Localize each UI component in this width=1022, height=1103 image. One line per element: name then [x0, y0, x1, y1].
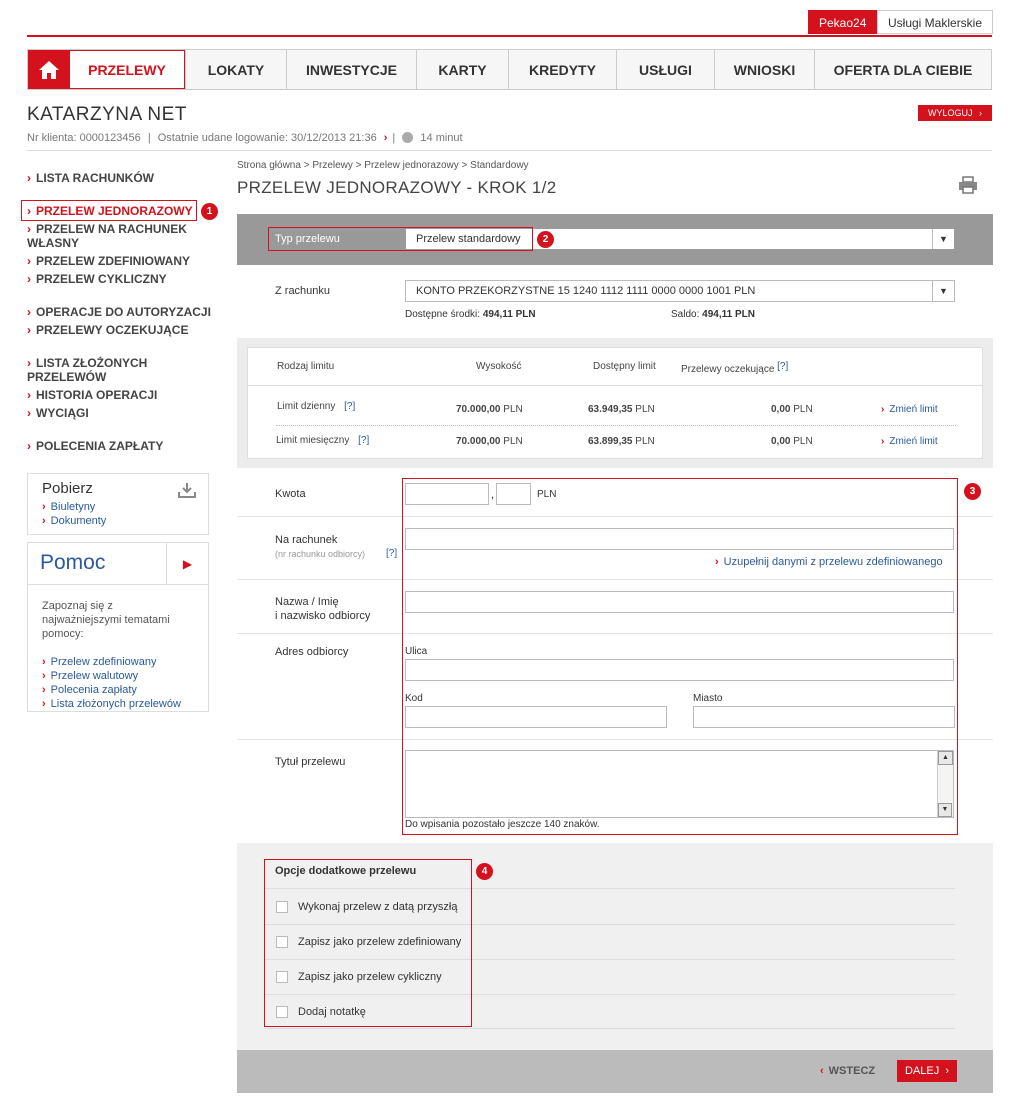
session-time: 14 minut — [420, 132, 463, 144]
help-link-walutowy[interactable]: › Przelew walutowy — [42, 669, 194, 683]
table-row: Limit miesięczny [?] — [276, 435, 370, 446]
limit-daily-pending: 0,00 PLN — [771, 404, 813, 415]
limits-table: Rodzaj limitu Wysokość Dostępny limit Pr… — [247, 347, 983, 459]
amount-label: Kwota — [275, 488, 306, 500]
sidebar-item-wyciagi[interactable]: › WYCIĄGI — [27, 406, 89, 420]
sidebar-item-lista-zlozonych[interactable]: › LISTA ZŁOŻONYCH PRZELEWÓW — [27, 356, 177, 384]
help-link-zdefiniowany[interactable]: › Przelew zdefiniowany — [42, 655, 194, 669]
help-icon[interactable]: [?] — [344, 401, 355, 412]
limits-header-type: Rodzaj limitu — [277, 361, 335, 372]
sidebar-item-polecenia-zaplaty[interactable]: › POLECENIA ZAPŁATY — [27, 439, 163, 453]
limits-header-amount: Wysokość — [476, 361, 522, 372]
nav-przelewy[interactable]: PRZELEWY — [69, 50, 185, 89]
transfer-form: Kwota , PLN Na rachunek (nr rachunku odb… — [237, 468, 993, 843]
source-account-select[interactable]: KONTO PRZEKORZYSTNE 15 1240 1112 1111 00… — [405, 280, 955, 302]
help-icon[interactable]: [?] — [386, 548, 397, 559]
account-balance: Saldo: 494,11 PLN — [671, 309, 755, 320]
nav-uslugi[interactable]: USŁUGI — [616, 50, 714, 89]
marker-1: 1 — [201, 203, 218, 220]
home-icon — [38, 60, 59, 79]
logout-button[interactable]: WYLOGUJ › — [917, 105, 992, 121]
marker-3: 3 — [964, 483, 981, 500]
pobierz-title: Pobierz — [42, 480, 93, 497]
nav-oferta[interactable]: OFERTA DLA CIEBIE — [814, 50, 991, 89]
main-nav: PRZELEWY LOKATY INWESTYCJE KARTY KREDYTY… — [27, 49, 992, 90]
highlight-sidebar-active — [21, 200, 197, 221]
breadcrumb: Strona główna > Przelewy > Przelew jedno… — [237, 160, 529, 171]
limit-monthly-amount: 70.000,00 PLN — [456, 436, 523, 447]
sidebar-item-historia-operacji[interactable]: › HISTORIA OPERACJI — [27, 388, 157, 402]
change-limit-daily-link[interactable]: › Zmień limit — [881, 404, 938, 415]
change-limit-monthly-link[interactable]: › Zmień limit — [881, 436, 938, 447]
print-icon[interactable] — [958, 176, 978, 194]
sidebar-item-przelewy-oczekujace[interactable]: › PRZELEWY OCZEKUJĄCE — [27, 323, 188, 337]
source-account-section: Z rachunku KONTO PRZEKORZYSTNE 15 1240 1… — [237, 265, 993, 338]
nav-wnioski[interactable]: WNIOSKI — [714, 50, 814, 89]
nav-karty[interactable]: KARTY — [416, 50, 508, 89]
client-number: Nr klienta: 0000123456 — [27, 132, 141, 144]
header-divider — [27, 150, 992, 151]
user-name: KATARZYNA NET — [27, 104, 187, 125]
sidebar-item-operacje-autoryzacji[interactable]: › OPERACJE DO AUTORYZACJI — [27, 305, 211, 319]
pomoc-arrow-icon[interactable]: ▶ — [166, 543, 208, 584]
limits-header-available: Dostępny limit — [593, 361, 656, 372]
sidebar-item-przelew-zdefiniowany[interactable]: › PRZELEW ZDEFINIOWANY — [27, 254, 190, 268]
title-label: Tytuł przelewu — [275, 756, 346, 768]
additional-options: Opcje dodatkowe przelewu Wykonaj przelew… — [237, 843, 993, 1051]
available-funds: Dostępne środki: 494,11 PLN — [405, 309, 536, 320]
sidebar-item-lista-rachunkow[interactable]: › LISTA RACHUNKÓW — [27, 171, 154, 185]
nav-inwestycje[interactable]: INWESTYCJE — [286, 50, 416, 89]
last-login: Ostatnie udane logowanie: 30/12/2013 21:… — [157, 132, 377, 144]
table-row: Limit dzienny [?] — [277, 401, 356, 412]
source-account-value: KONTO PRZEKORZYSTNE 15 1240 1112 1111 00… — [416, 285, 756, 297]
clock-icon — [402, 132, 414, 143]
download-icon[interactable] — [178, 482, 196, 498]
home-button[interactable] — [28, 50, 69, 89]
sidebar-item-przelew-cykliczny[interactable]: › PRZELEW CYKLICZNY — [27, 272, 167, 286]
source-account-label: Z rachunku — [275, 285, 331, 297]
tab-pekao24[interactable]: Pekao24 — [808, 10, 878, 34]
limits-section: Rodzaj limitu Wysokość Dostępny limit Pr… — [237, 338, 993, 468]
logout-label: WYLOGUJ — [927, 108, 973, 118]
marker-4: 4 — [476, 863, 493, 880]
page-title: PRZELEW JEDNORAZOWY - KROK 1/2 — [237, 178, 557, 197]
address-label: Adres odbiorcy — [275, 646, 349, 658]
pomoc-text: Zapoznaj się z najważniejszymi tematami … — [42, 600, 170, 640]
nav-lokaty[interactable]: LOKATY — [185, 50, 286, 89]
top-divider — [27, 35, 992, 37]
pomoc-box: Pomoc ▶ Zapoznaj się z najważniejszymi t… — [27, 542, 209, 712]
pomoc-title: Pomoc — [40, 551, 106, 574]
limit-daily-amount: 70.000,00 PLN — [456, 404, 523, 415]
help-link-lista[interactable]: › Lista złożonych przelewów — [42, 697, 194, 711]
recipient-name-label-2: i nazwisko odbiorcy — [275, 610, 371, 622]
link-dokumenty[interactable]: › Dokumenty — [42, 514, 194, 528]
recipient-account-label: Na rachunek — [275, 534, 338, 546]
pobierz-box: Pobierz › Biuletyny › Dokumenty — [27, 473, 209, 535]
client-info: Nr klienta: 0000123456 | Ostatnie udane … — [27, 132, 463, 144]
chevron-down-icon[interactable]: ▼ — [932, 281, 954, 301]
limit-monthly-available: 63.899,35 PLN — [588, 436, 655, 447]
marker-2: 2 — [537, 231, 554, 248]
tab-uslugi-maklerskie[interactable]: Usługi Maklerskie — [877, 10, 994, 34]
nav-kredyty[interactable]: KREDYTY — [508, 50, 616, 89]
limit-daily-available: 63.949,35 PLN — [588, 404, 655, 415]
form-footer: ‹ WSTECZ DALEJ › — [237, 1050, 993, 1093]
highlight-options — [264, 859, 472, 1027]
highlight-form — [402, 478, 958, 835]
help-icon[interactable]: [?] — [358, 435, 369, 446]
chevron-down-icon[interactable]: ▼ — [932, 229, 954, 249]
highlight-transfer-type — [268, 227, 533, 251]
sidebar-item-przelew-wlasny[interactable]: › PRZELEW NA RACHUNEK WŁASNY — [27, 222, 197, 250]
back-button[interactable]: ‹ WSTECZ — [820, 1065, 875, 1077]
transfer-type-bar: Typ przelewu Przelew standardowy ▼ 2 — [237, 214, 993, 265]
help-link-polecenia[interactable]: › Polecenia zapłaty — [42, 683, 194, 697]
limits-header-pending: Przelewy oczekujące [?] — [681, 361, 789, 375]
recipient-account-sublabel: (nr rachunku odbiorcy) — [275, 549, 366, 559]
next-button[interactable]: DALEJ › — [897, 1060, 957, 1082]
link-biuletyny[interactable]: › Biuletyny — [42, 500, 194, 514]
limit-monthly-pending: 0,00 PLN — [771, 436, 813, 447]
recipient-name-label: Nazwa / Imię — [275, 596, 339, 608]
